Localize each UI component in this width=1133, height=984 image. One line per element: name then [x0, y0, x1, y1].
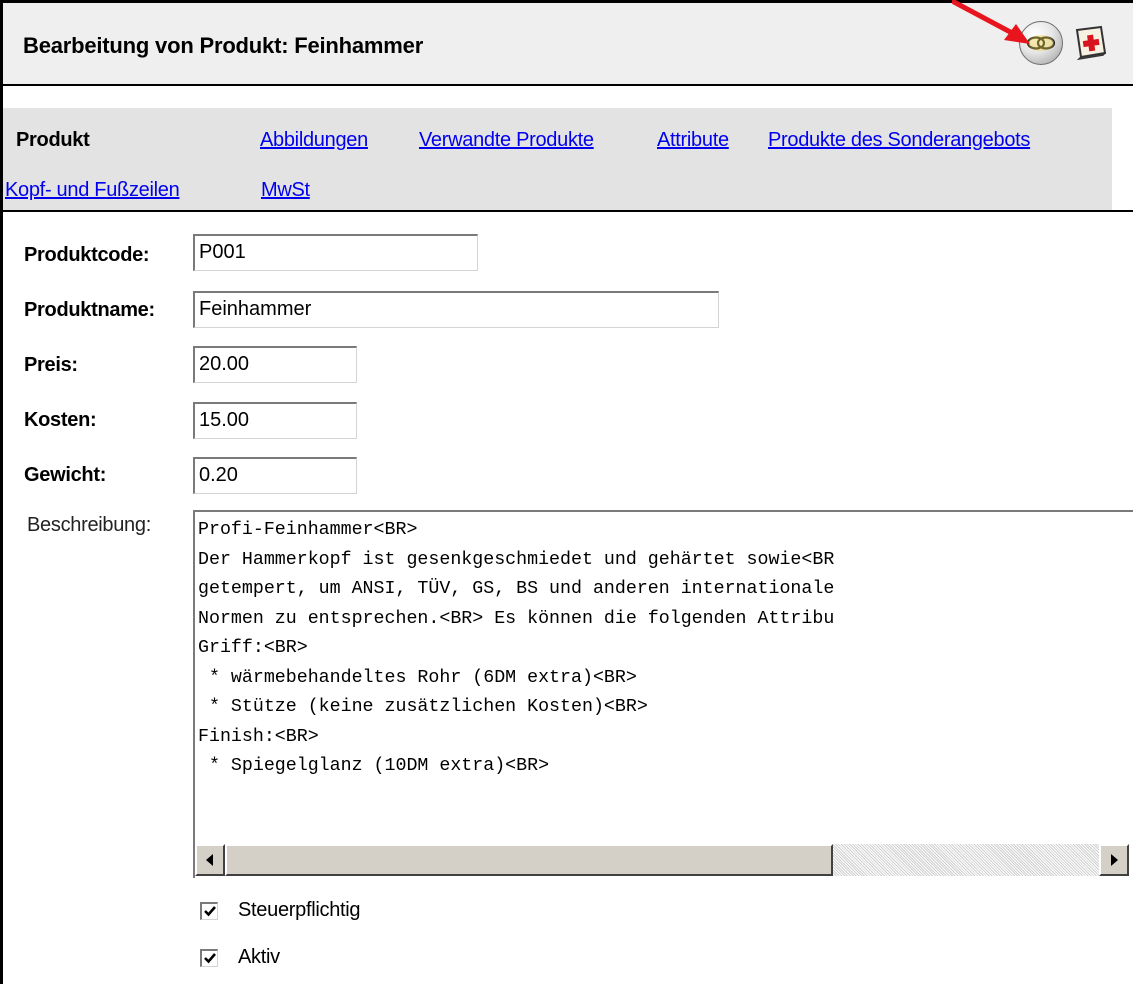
tab-bar: Produkt Abbildungen Verwandte Produkte A…	[3, 108, 1112, 210]
tab-abbildungen[interactable]: Abbildungen	[260, 129, 368, 152]
product-code-field[interactable]: P001	[193, 234, 478, 271]
scrollbar-thumb[interactable]	[225, 844, 833, 876]
help-book-icon[interactable]	[1070, 21, 1112, 63]
product-name-label: Produktname:	[24, 299, 155, 321]
textarea-right-edge	[1125, 512, 1133, 840]
cost-label: Kosten:	[24, 409, 97, 431]
arrow-right-icon	[1111, 854, 1118, 866]
weight-field[interactable]: 0.20	[193, 457, 357, 494]
page-title: Bearbeitung von Produkt: Feinhammer	[23, 33, 424, 58]
active-option[interactable]: Aktiv	[200, 946, 280, 969]
description-textarea[interactable]: Profi-Feinhammer<BR> Der Hammerkopf ist …	[193, 510, 1133, 878]
tab-attribute[interactable]: Attribute	[657, 129, 729, 152]
price-label: Preis:	[24, 354, 78, 376]
horizontal-scrollbar[interactable]	[195, 840, 1133, 878]
cost-field[interactable]: 15.00	[193, 402, 357, 439]
price-field[interactable]: 20.00	[193, 346, 357, 383]
product-code-label: Produktcode:	[24, 244, 150, 266]
weight-label: Gewicht:	[24, 464, 107, 486]
tab-mwst[interactable]: MwSt	[261, 179, 310, 202]
taxable-checkbox[interactable]	[200, 901, 218, 920]
tab-kopf-und-fusszeilen[interactable]: Kopf- und Fußzeilen	[5, 179, 180, 202]
description-text[interactable]: Profi-Feinhammer<BR> Der Hammerkopf ist …	[198, 516, 1133, 782]
checkmark-icon	[203, 953, 216, 964]
active-label: Aktiv	[238, 946, 280, 968]
red-arrow-annotation	[952, 0, 1030, 44]
description-label: Beschreibung:	[27, 514, 151, 536]
tab-verwandte-produkte[interactable]: Verwandte Produkte	[419, 129, 594, 152]
tab-produkte-des-sonderangebots[interactable]: Produkte des Sonderangebots	[768, 129, 1030, 152]
arrow-left-icon	[206, 854, 213, 866]
taxable-option[interactable]: Steuerpflichtig	[200, 899, 361, 922]
product-name-field[interactable]: Feinhammer	[193, 291, 719, 328]
active-checkbox[interactable]	[200, 948, 218, 967]
tab-produkt[interactable]: Produkt	[16, 129, 90, 152]
scroll-right-button[interactable]	[1099, 844, 1129, 876]
taxable-label: Steuerpflichtig	[238, 899, 361, 921]
scroll-left-button[interactable]	[195, 844, 225, 876]
tab-bar-divider	[0, 210, 1133, 212]
checkmark-icon	[203, 906, 216, 917]
